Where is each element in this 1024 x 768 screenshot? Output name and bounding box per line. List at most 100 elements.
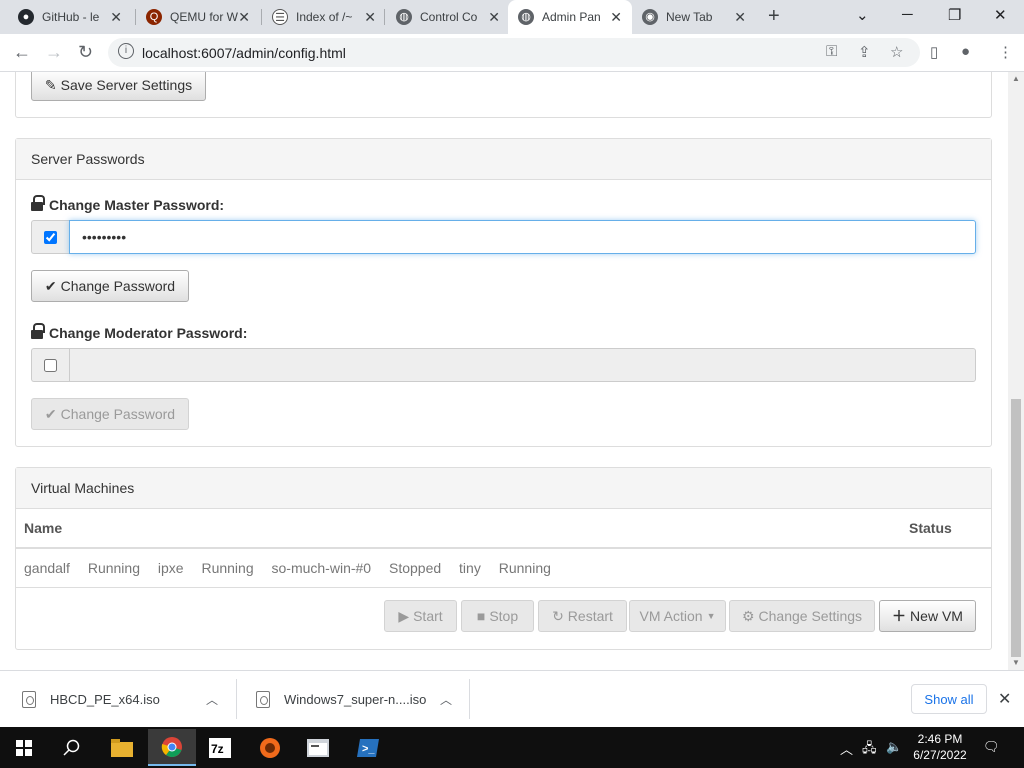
master-password-checkbox[interactable] xyxy=(44,230,57,244)
bookmark-star-icon[interactable]: ☆ xyxy=(890,43,903,61)
new-tab-icon[interactable]: + xyxy=(768,5,780,28)
chevron-up-icon[interactable]: ︿ xyxy=(440,691,452,708)
master-password-toggle xyxy=(31,220,69,254)
page-icon: ☰ xyxy=(272,9,288,25)
profile-avatar-icon[interactable]: ● xyxy=(961,43,970,60)
vm-name[interactable]: gandalf xyxy=(24,560,70,576)
plus-icon: ＋ xyxy=(892,608,907,624)
tab-strip: ● GitHub - le ✕ Q QEMU for W ✕ ☰ Index o… xyxy=(0,0,1024,34)
panel-heading: Virtual Machines xyxy=(16,468,991,509)
reload-icon[interactable]: ↻ xyxy=(78,42,93,63)
7zip-icon[interactable]: 7z xyxy=(196,729,244,766)
master-password-input[interactable] xyxy=(69,220,976,254)
download-item[interactable]: Windows7_super-n....iso ︿ xyxy=(256,679,464,719)
menu-kebab-icon[interactable]: ⋮ xyxy=(998,43,1013,61)
save-server-settings-button[interactable]: ✎ Save Server Settings xyxy=(31,72,206,101)
check-icon: ✔ xyxy=(44,405,57,422)
download-separator xyxy=(469,679,470,719)
vm-status: Running xyxy=(498,560,551,576)
moderator-password-checkbox[interactable] xyxy=(44,358,57,372)
chevron-up-icon[interactable]: ︿ xyxy=(840,739,853,758)
tab-new-tab[interactable]: ◉ New Tab ✕ xyxy=(632,0,756,34)
download-separator xyxy=(236,679,237,719)
volume-icon[interactable]: 🔈 xyxy=(886,739,902,755)
download-item[interactable]: HBCD_PE_x64.iso ︿ xyxy=(22,679,232,719)
change-moderator-password-button[interactable]: ✔ Change Password xyxy=(31,398,189,430)
svg-text:>_: >_ xyxy=(362,743,375,755)
gear-icon: ⚙ xyxy=(741,607,755,624)
restart-vm-button[interactable]: ↻ Restart xyxy=(538,600,627,632)
show-all-downloads-button[interactable]: Show all xyxy=(911,684,987,714)
qemu-icon[interactable] xyxy=(246,729,294,766)
table-row[interactable]: gandalf Running ipxe Running so-much-win… xyxy=(16,548,991,588)
windows-start-icon[interactable] xyxy=(0,729,48,766)
stop-icon: ■ xyxy=(476,608,486,624)
server-settings-panel: ✎ Save Server Settings xyxy=(15,72,992,118)
tab-index[interactable]: ☰ Index of /~ ✕ xyxy=(262,0,386,34)
close-icon[interactable]: ✕ xyxy=(364,10,376,24)
close-icon[interactable]: ✕ xyxy=(488,10,500,24)
windows-taskbar: 7z >_ ︿ 🖧 🔈 2:46 PM 6/27/2022 🗨 xyxy=(0,727,1024,768)
lock-icon xyxy=(31,195,45,211)
notifications-icon[interactable]: 🗨 xyxy=(983,739,1000,755)
close-icon[interactable]: ✕ xyxy=(110,10,122,24)
moderator-password-group xyxy=(31,348,976,382)
address-bar[interactable]: i localhost:6007/admin/config.html xyxy=(108,38,920,67)
column-header-status[interactable]: Status xyxy=(901,509,991,549)
terminal-window-icon[interactable] xyxy=(294,729,342,766)
file-explorer-icon[interactable] xyxy=(98,729,146,766)
search-icon[interactable] xyxy=(48,729,96,766)
column-header-name[interactable]: Name xyxy=(16,509,901,549)
close-icon[interactable]: ✕ xyxy=(610,10,622,24)
forward-arrow-icon[interactable]: → xyxy=(45,42,63,63)
vm-status: Running xyxy=(87,560,140,576)
change-settings-button[interactable]: ⚙ Change Settings xyxy=(729,600,875,632)
tab-qemu[interactable]: Q QEMU for W ✕ xyxy=(136,0,260,34)
vm-name[interactable]: tiny xyxy=(459,560,481,576)
network-icon[interactable]: 🖧 xyxy=(862,739,877,761)
master-password-group xyxy=(31,220,976,254)
page-content: ✎ Save Server Settings Server Passwords … xyxy=(0,72,1008,670)
vm-status: Running xyxy=(201,560,254,576)
restore-icon[interactable]: ❐ xyxy=(948,6,961,24)
change-master-password-button[interactable]: ✔ Change Password xyxy=(31,270,189,302)
tab-admin-panel[interactable]: ◍ Admin Pan ✕ xyxy=(508,0,632,34)
vm-action-dropdown[interactable]: VM Action ▼ xyxy=(629,600,726,632)
new-vm-button[interactable]: ＋ New VM xyxy=(879,600,976,632)
tab-separator xyxy=(384,9,385,25)
start-vm-button[interactable]: ▶ Start xyxy=(384,600,457,632)
vm-name[interactable]: ipxe xyxy=(158,560,184,576)
stop-vm-button[interactable]: ■ Stop xyxy=(461,600,534,632)
tab-control[interactable]: ◍ Control Co ✕ xyxy=(386,0,510,34)
system-clock[interactable]: 2:46 PM 6/27/2022 xyxy=(910,731,970,763)
play-icon: ▶ xyxy=(398,607,410,624)
close-window-icon[interactable]: ✕ xyxy=(994,6,1007,24)
caret-down-icon: ▼ xyxy=(706,611,716,621)
qemu-icon: Q xyxy=(146,9,162,25)
share-icon[interactable]: ⇪ xyxy=(858,43,871,61)
powershell-icon[interactable]: >_ xyxy=(344,729,392,766)
close-icon[interactable]: ✕ xyxy=(238,10,250,24)
moderator-password-input[interactable] xyxy=(69,348,976,382)
save-edit-icon: ✎ xyxy=(44,76,57,93)
chrome-icon[interactable] xyxy=(148,729,196,766)
tab-github[interactable]: ● GitHub - le ✕ xyxy=(8,0,132,34)
tab-search-chevron-icon[interactable]: ⌄ xyxy=(856,6,869,24)
vm-name[interactable]: so-much-win-#0 xyxy=(272,560,372,576)
close-icon[interactable]: ✕ xyxy=(998,689,1011,709)
close-icon[interactable]: ✕ xyxy=(734,10,746,24)
scroll-down-icon[interactable]: ▼ xyxy=(1012,658,1020,667)
side-panel-icon[interactable]: ▯ xyxy=(930,43,938,61)
minimize-icon[interactable]: ─ xyxy=(902,6,913,23)
chevron-up-icon[interactable]: ︿ xyxy=(206,691,218,708)
page-scrollbar[interactable]: ▲ ▼ xyxy=(1008,72,1024,670)
scroll-up-icon[interactable]: ▲ xyxy=(1012,74,1020,83)
scrollbar-thumb[interactable] xyxy=(1011,399,1021,657)
back-arrow-icon[interactable]: ← xyxy=(13,42,31,63)
lock-icon xyxy=(31,323,45,339)
site-info-icon[interactable]: i xyxy=(118,43,134,59)
browser-toolbar: ← → ↻ i localhost:6007/admin/config.html… xyxy=(0,34,1024,72)
chrome-icon: ◉ xyxy=(642,9,658,25)
key-icon[interactable]: ⚿ xyxy=(826,43,837,60)
github-icon: ● xyxy=(18,9,34,25)
